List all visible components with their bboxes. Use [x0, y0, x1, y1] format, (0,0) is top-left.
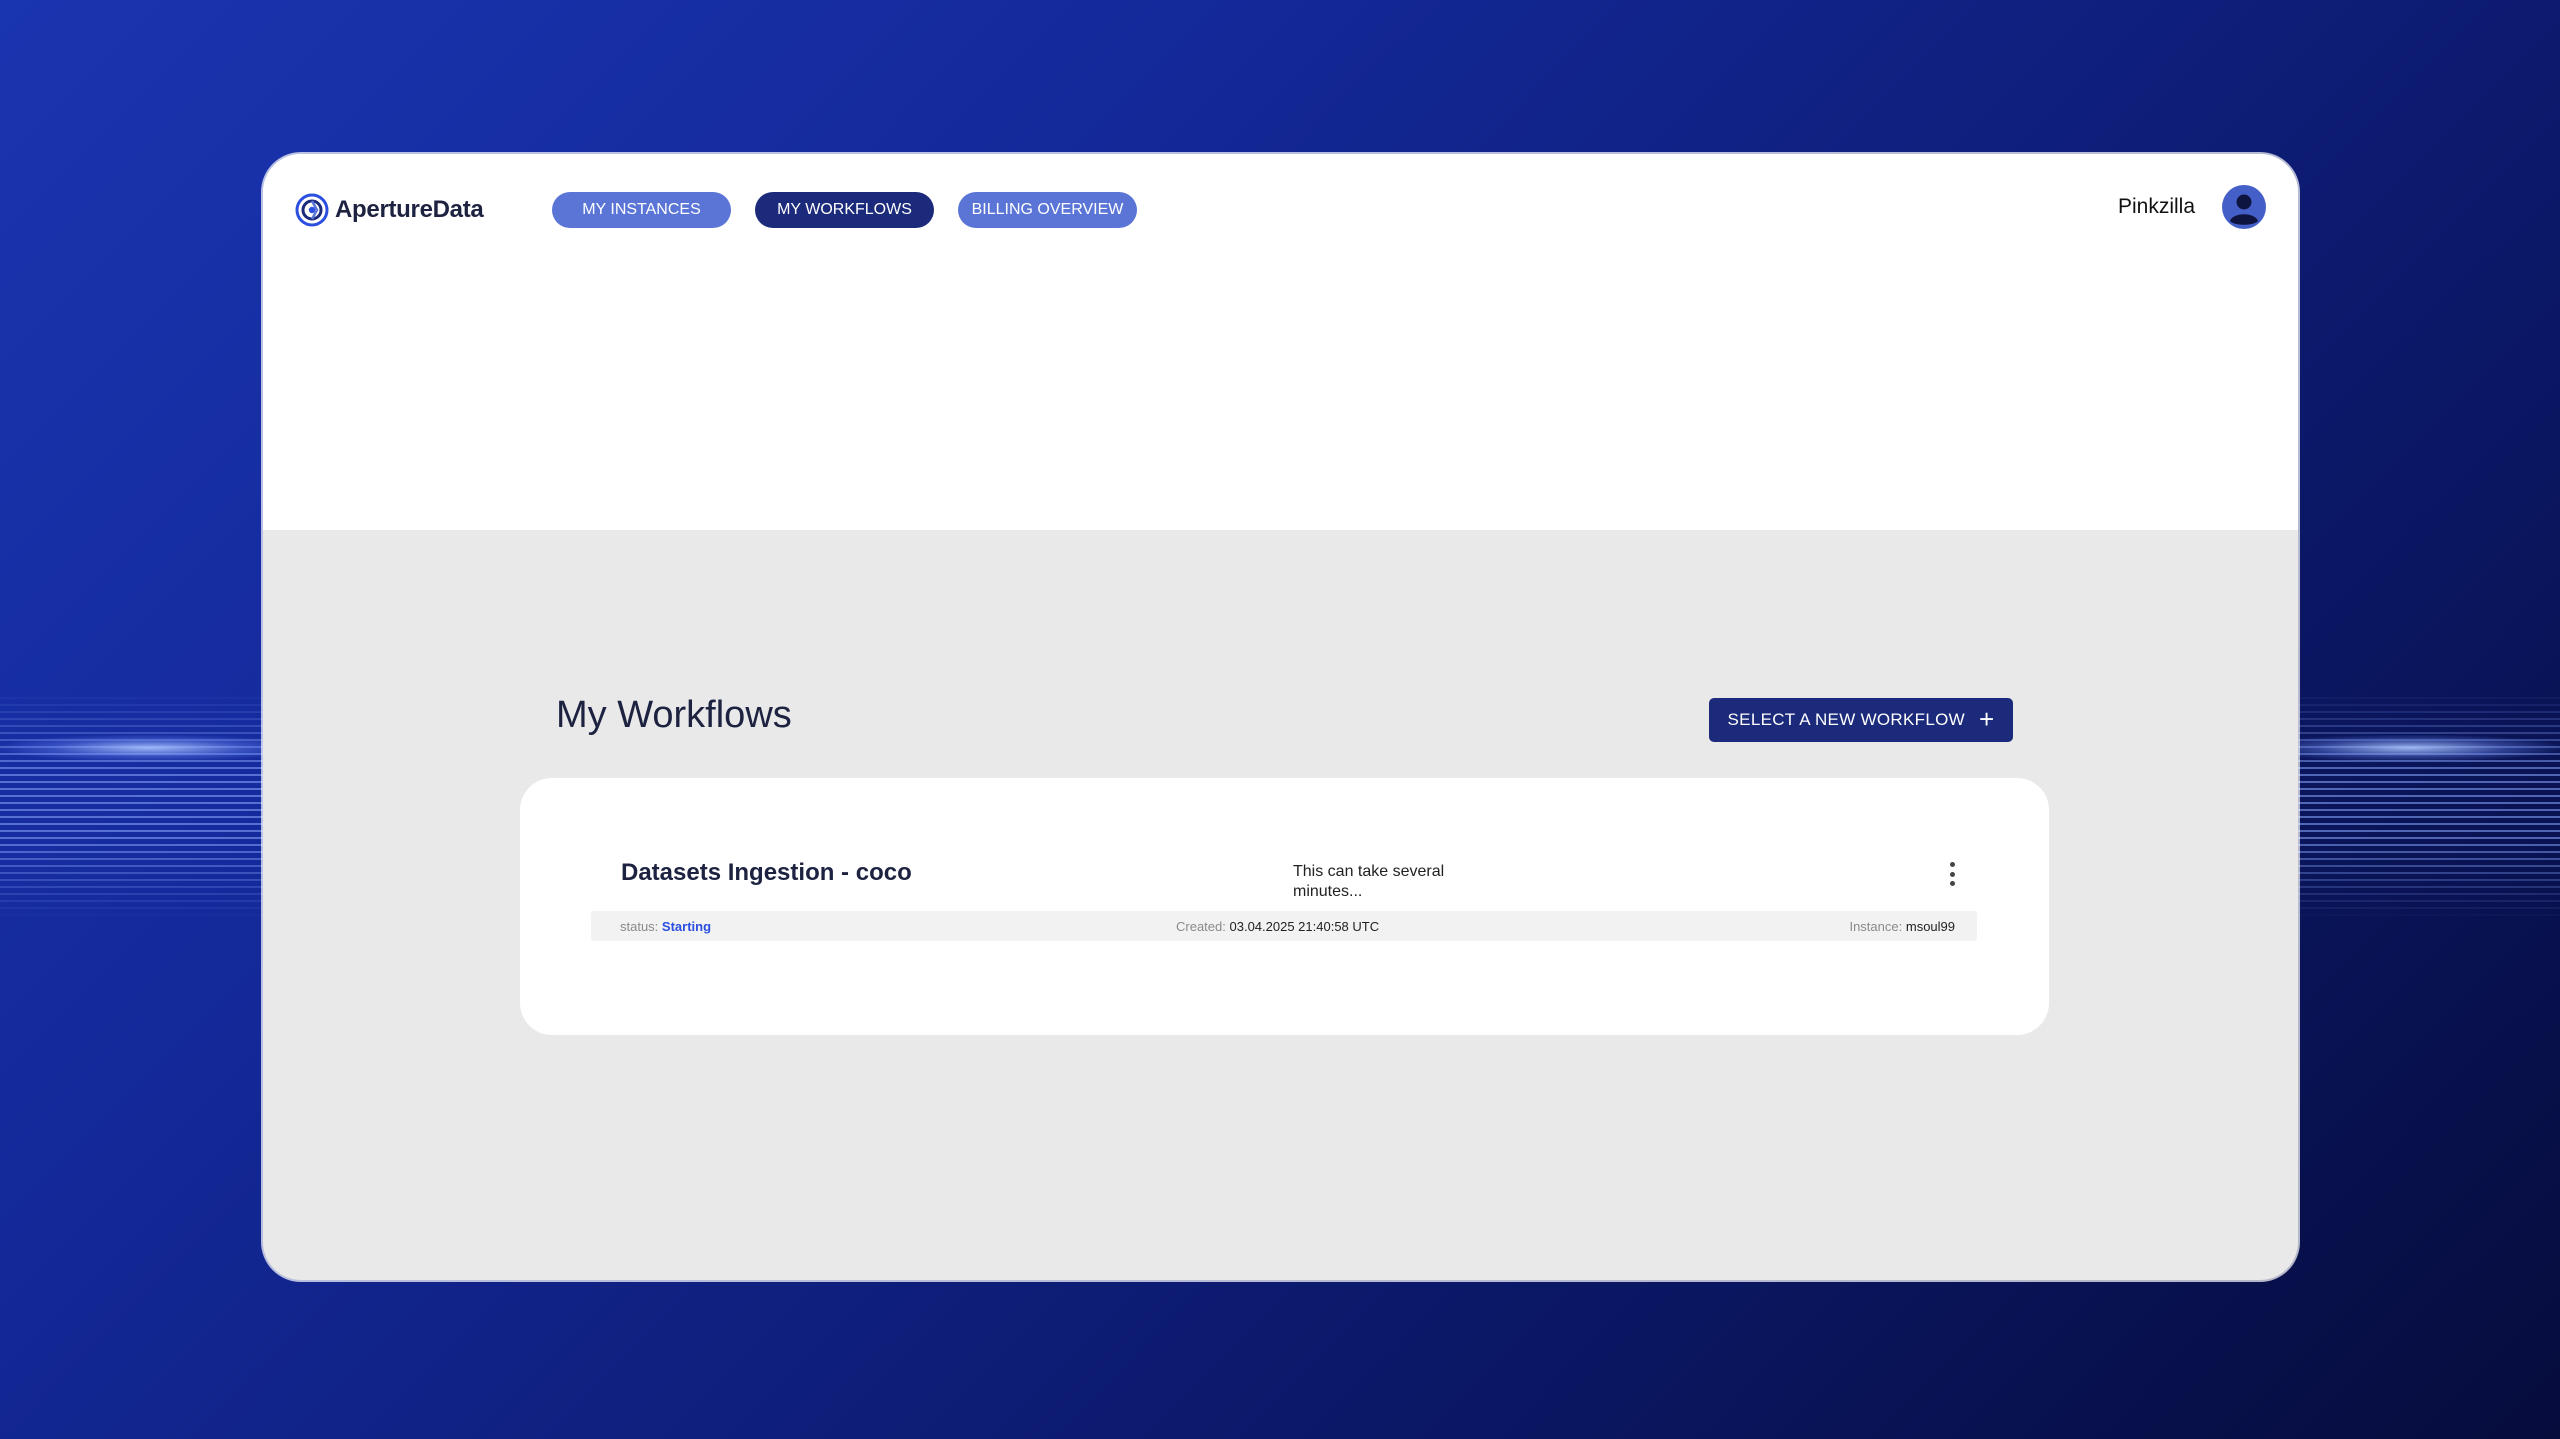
user-avatar-icon[interactable]: [2222, 185, 2266, 229]
main-nav: MY INSTANCES MY WORKFLOWS BILLING OVERVI…: [552, 192, 1137, 228]
workflow-card: [520, 778, 2049, 1035]
aperture-logo-icon: [295, 193, 329, 227]
nav-billing-overview-button[interactable]: BILLING OVERVIEW: [958, 192, 1137, 228]
more-options-icon[interactable]: [1947, 862, 1957, 886]
brand-logo[interactable]: ApertureData: [295, 190, 484, 230]
workflow-instance: Instance: msoul99: [1849, 919, 1955, 934]
workflow-progress-note: This can take several minutes...: [1293, 863, 1445, 900]
status-badge: Starting: [661, 919, 712, 934]
background-glow-left: [0, 735, 300, 761]
select-new-workflow-label: SELECT A NEW WORKFLOW: [1727, 710, 1965, 729]
instance-name: msoul99: [1905, 919, 1955, 934]
app-window: ApertureData MY INSTANCES MY WORKFLOWS B…: [263, 154, 2298, 1280]
brand-name: ApertureData: [335, 196, 484, 223]
select-new-workflow-button[interactable]: SELECT A NEW WORKFLOW +: [1709, 698, 2013, 742]
plus-icon: +: [1978, 704, 1995, 734]
nav-my-instances-button[interactable]: MY INSTANCES: [552, 192, 731, 228]
background-light-streaks-right: [2295, 690, 2560, 920]
background-light-streaks-left: [0, 690, 265, 920]
username: Pinkzilla: [2117, 195, 2195, 218]
created-timestamp: 03.04.2025 21:40:58 UTC: [1229, 919, 1380, 934]
background-glow-right: [2260, 735, 2560, 761]
workflow-meta-bar: status: Starting Created: 03.04.2025 21:…: [591, 911, 1977, 941]
top-header: ApertureData MY INSTANCES MY WORKFLOWS B…: [263, 154, 2298, 530]
page-title: My Workflows: [556, 694, 792, 736]
workflow-title[interactable]: Datasets Ingestion - coco: [621, 859, 912, 887]
workflow-status: status: Starting: [620, 919, 712, 934]
nav-my-workflows-button[interactable]: MY WORKFLOWS: [755, 192, 934, 228]
user-menu[interactable]: Pinkzilla: [2118, 185, 2266, 229]
workflow-created: Created: 03.04.2025 21:40:58 UTC: [1176, 919, 1380, 934]
